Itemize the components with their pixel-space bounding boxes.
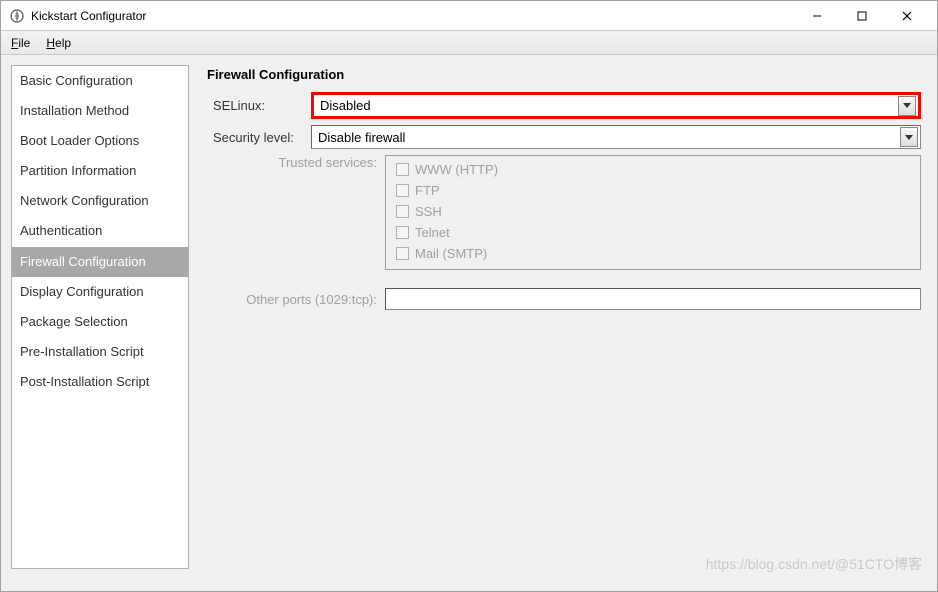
sidebar-item-network[interactable]: Network Configuration (12, 186, 188, 216)
service-label-ssh: SSH (415, 204, 442, 219)
maximize-button[interactable] (839, 2, 884, 30)
other-ports-input[interactable] (385, 288, 921, 310)
service-item-www: WWW (HTTP) (396, 160, 910, 179)
minimize-button[interactable] (794, 2, 839, 30)
sidebar-item-postinstall[interactable]: Post-Installation Script (12, 367, 188, 397)
sidebar-item-preinstall[interactable]: Pre-Installation Script (12, 337, 188, 367)
security-level-row: Security level: Disable firewall (207, 125, 921, 149)
service-checkbox-ssh[interactable] (396, 205, 409, 218)
service-checkbox-mail[interactable] (396, 247, 409, 260)
trusted-services-row: Trusted services: WWW (HTTP) FTP SSH (207, 155, 921, 270)
main-panel: Firewall Configuration SELinux: Disabled… (207, 65, 931, 585)
security-level-label: Security level: (207, 130, 311, 145)
service-item-ssh: SSH (396, 202, 910, 221)
menu-file[interactable]: File (7, 34, 34, 52)
selinux-dropdown[interactable]: Disabled (311, 92, 921, 119)
service-checkbox-telnet[interactable] (396, 226, 409, 239)
sidebar-item-partition[interactable]: Partition Information (12, 156, 188, 186)
selinux-row: SELinux: Disabled (207, 92, 921, 119)
sidebar-item-bootloader[interactable]: Boot Loader Options (12, 126, 188, 156)
window-title: Kickstart Configurator (31, 9, 794, 23)
trusted-services-label: Trusted services: (207, 155, 385, 170)
menubar: File Help (1, 31, 937, 55)
sidebar-item-basic[interactable]: Basic Configuration (12, 66, 188, 96)
other-ports-label: Other ports (1029:tcp): (207, 292, 385, 307)
service-checkbox-www[interactable] (396, 163, 409, 176)
service-item-ftp: FTP (396, 181, 910, 200)
content-area: Basic Configuration Installation Method … (1, 55, 937, 591)
security-level-value: Disable firewall (318, 130, 405, 145)
service-label-www: WWW (HTTP) (415, 162, 498, 177)
chevron-down-icon (898, 96, 916, 116)
security-level-dropdown[interactable]: Disable firewall (311, 125, 921, 149)
window-controls (794, 2, 929, 30)
service-checkbox-ftp[interactable] (396, 184, 409, 197)
sidebar-item-package[interactable]: Package Selection (12, 307, 188, 337)
application-window: Kickstart Configurator File Help Basic C… (0, 0, 938, 592)
sidebar-item-firewall[interactable]: Firewall Configuration (12, 247, 188, 277)
sidebar-item-installation[interactable]: Installation Method (12, 96, 188, 126)
selinux-value: Disabled (320, 98, 371, 113)
close-button[interactable] (884, 2, 929, 30)
service-item-mail: Mail (SMTP) (396, 244, 910, 263)
service-label-mail: Mail (SMTP) (415, 246, 487, 261)
service-label-telnet: Telnet (415, 225, 450, 240)
sidebar-item-display[interactable]: Display Configuration (12, 277, 188, 307)
titlebar: Kickstart Configurator (1, 1, 937, 31)
service-label-ftp: FTP (415, 183, 440, 198)
trusted-services-box: WWW (HTTP) FTP SSH Telnet (385, 155, 921, 270)
app-icon (9, 8, 25, 24)
chevron-down-icon (900, 127, 918, 147)
service-item-telnet: Telnet (396, 223, 910, 242)
selinux-label: SELinux: (207, 98, 311, 113)
sidebar-item-authentication[interactable]: Authentication (12, 216, 188, 246)
sidebar: Basic Configuration Installation Method … (11, 65, 189, 569)
menu-help[interactable]: Help (42, 34, 75, 52)
page-title: Firewall Configuration (207, 67, 921, 82)
other-ports-row: Other ports (1029:tcp): (207, 288, 921, 310)
